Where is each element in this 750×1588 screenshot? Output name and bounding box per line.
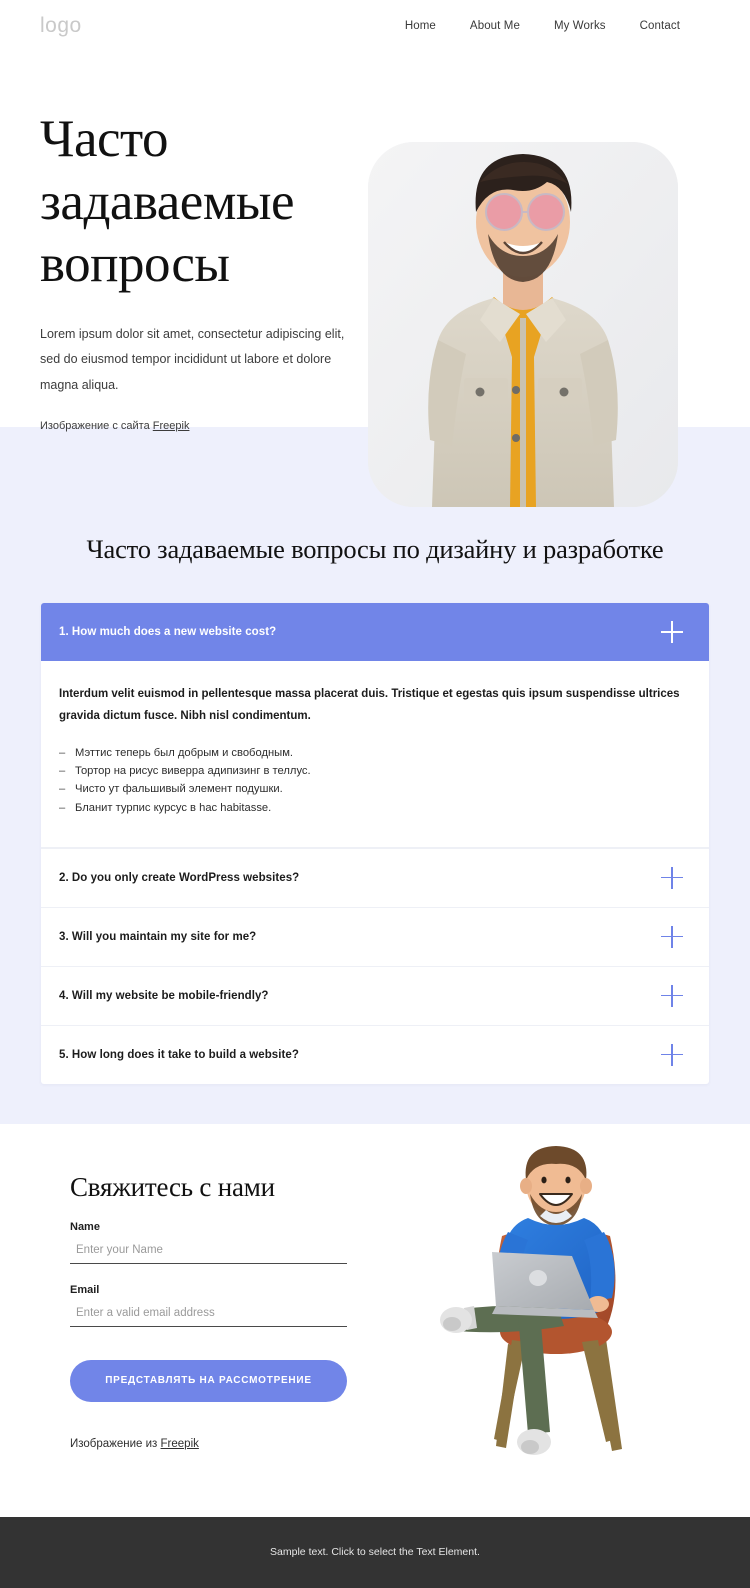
contact-image-credit: Изображение из Freepik xyxy=(70,1438,350,1450)
name-field-label: Name xyxy=(70,1220,100,1233)
hero-credit-link[interactable]: Freepik xyxy=(153,420,190,432)
name-input[interactable] xyxy=(70,1239,347,1264)
faq-item-1: 1. How much does a new website cost? Int… xyxy=(41,603,709,848)
email-field-group: Email xyxy=(70,1284,350,1327)
faq-answer-lead-1: Interdum velit euismod in pellentesque m… xyxy=(59,688,680,723)
plus-icon[interactable] xyxy=(661,925,683,948)
faq-question-label-2: 2. Do you only create WordPress websites… xyxy=(59,871,300,884)
contact-form: Свяжитесь с нами Name Email ПРЕДСТАВЛЯТЬ… xyxy=(70,1172,350,1450)
contact-credit-prefix: Изображение из xyxy=(70,1437,161,1450)
faq-question-header-1[interactable]: 1. How much does a new website cost? xyxy=(41,603,709,661)
faq-item-4: 4. Will my website be mobile-friendly? xyxy=(41,965,709,1025)
hero-credit-prefix: Изображение с сайта xyxy=(40,420,153,433)
nav-item-contact[interactable]: Contact xyxy=(640,20,680,32)
faq-item-2: 2. Do you only create WordPress websites… xyxy=(41,847,709,907)
faq-item-3: 3. Will you maintain my site for me? xyxy=(41,906,709,966)
list-item: Тортор на рисус виверра адипизинг в телл… xyxy=(59,762,683,781)
email-input[interactable] xyxy=(70,1302,347,1327)
hero-subtitle: Lorem ipsum dolor sit amet, consectetur … xyxy=(40,326,345,392)
plus-icon[interactable] xyxy=(661,984,683,1007)
faq-question-label-4: 4. Will my website be mobile-friendly? xyxy=(59,989,269,1002)
hero-content: Часто задаваемые вопросы Lorem ipsum dol… xyxy=(0,52,420,432)
footer-sample-text[interactable]: Sample text. Click to select the Text El… xyxy=(270,1546,480,1558)
hero-photo xyxy=(368,142,678,507)
faq-question-label-1: 1. How much does a new website cost? xyxy=(59,626,277,638)
faq-accordion: 1. How much does a new website cost? Int… xyxy=(41,603,709,1084)
faq-answer-panel-1: Interdum velit euismod in pellentesque m… xyxy=(41,661,709,848)
contact-credit-link[interactable]: Freepik xyxy=(161,1438,199,1450)
page-title: Часто задаваемые вопросы xyxy=(40,110,295,294)
name-field-group: Name xyxy=(70,1221,350,1264)
list-item: Мэттис теперь был добрым и свободным. xyxy=(59,744,683,763)
faq-question-header-3[interactable]: 3. Will you maintain my site for me? xyxy=(41,908,709,966)
page-root: logo Home About Me My Works Contact Част… xyxy=(0,0,750,1588)
faq-question-header-5[interactable]: 5. How long does it take to build a webs… xyxy=(41,1026,709,1084)
faq-question-label-5: 5. How long does it take to build a webs… xyxy=(59,1048,299,1061)
nav-item-home[interactable]: Home xyxy=(405,20,436,32)
list-item: Чисто ут фальшивый элемент подушки. xyxy=(59,780,683,799)
faq-item-5: 5. How long does it take to build a webs… xyxy=(41,1024,709,1084)
site-footer: Sample text. Click to select the Text El… xyxy=(0,1516,750,1588)
submit-button[interactable]: ПРЕДСТАВЛЯТЬ НА РАССМОТРЕНИЕ xyxy=(70,1359,347,1402)
list-item: Бланит турпис курсус в hac habitasse. xyxy=(59,799,683,818)
site-header: logo Home About Me My Works Contact xyxy=(0,0,750,52)
email-field-label: Email xyxy=(70,1283,100,1296)
hero-section: Часто задаваемые вопросы Lorem ipsum dol… xyxy=(0,52,750,507)
main-navigation: Home About Me My Works Contact xyxy=(405,20,680,32)
faq-section: Часто задаваемые вопросы по дизайну и ра… xyxy=(0,472,750,1124)
nav-item-my-works[interactable]: My Works xyxy=(554,20,606,32)
plus-icon[interactable] xyxy=(661,866,683,889)
faq-heading: Часто задаваемые вопросы по дизайну и ра… xyxy=(86,534,664,564)
contact-illustration xyxy=(430,1136,690,1466)
faq-question-label-3: 3. Will you maintain my site for me? xyxy=(59,930,257,943)
plus-icon[interactable] xyxy=(661,1043,683,1066)
nav-item-about-me[interactable]: About Me xyxy=(470,20,520,32)
faq-question-header-4[interactable]: 4. Will my website be mobile-friendly? xyxy=(41,967,709,1025)
hero-image-credit: Изображение с сайта Freepik xyxy=(40,420,420,432)
faq-answer-bullets-1: Мэттис теперь был добрым и свободным. То… xyxy=(59,744,683,817)
contact-section: Свяжитесь с нами Name Email ПРЕДСТАВЛЯТЬ… xyxy=(0,1123,750,1517)
plus-icon[interactable] xyxy=(661,621,683,643)
faq-question-header-2[interactable]: 2. Do you only create WordPress websites… xyxy=(41,849,709,907)
site-logo[interactable]: logo xyxy=(40,14,82,38)
contact-title: Свяжитесь с нами xyxy=(70,1171,275,1202)
